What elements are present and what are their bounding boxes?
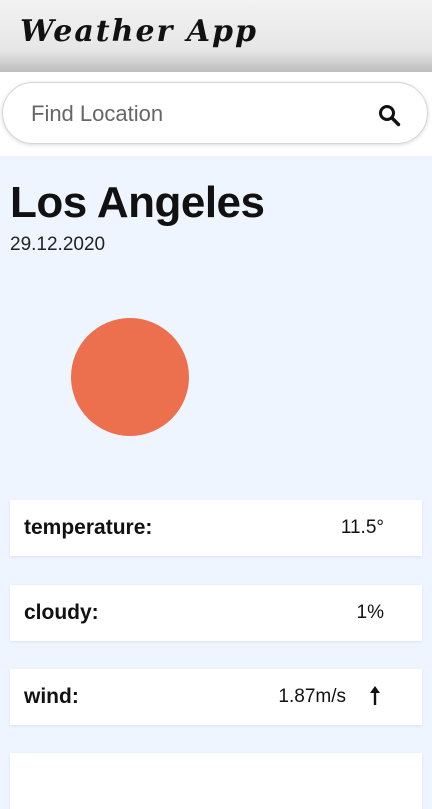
search-icon[interactable] [377, 103, 401, 127]
wind-label: wind: [24, 685, 79, 708]
search-input[interactable] [29, 97, 353, 131]
wind-direction-arrow-icon [370, 686, 380, 705]
details-card-partial [10, 753, 422, 809]
search-bar [0, 72, 432, 156]
city-name: Los Angeles [10, 178, 265, 227]
cloudy-value: 1% [356, 602, 384, 623]
cloudy-card: cloudy: 1% [10, 585, 422, 641]
wind-card: wind: 1.87m/s [10, 669, 422, 725]
app-header: Weather App [0, 0, 432, 72]
app-title: Weather App [20, 14, 259, 49]
search-box[interactable] [2, 82, 428, 144]
temperature-card: temperature: 11.5° [10, 500, 422, 556]
wind-value: 1.87m/s [278, 686, 346, 707]
sun-icon [71, 318, 189, 436]
current-date: 29.12.2020 [10, 234, 106, 255]
cloudy-label: cloudy: [24, 601, 99, 624]
temperature-value: 11.5° [340, 517, 384, 538]
temperature-label: temperature: [24, 516, 153, 539]
